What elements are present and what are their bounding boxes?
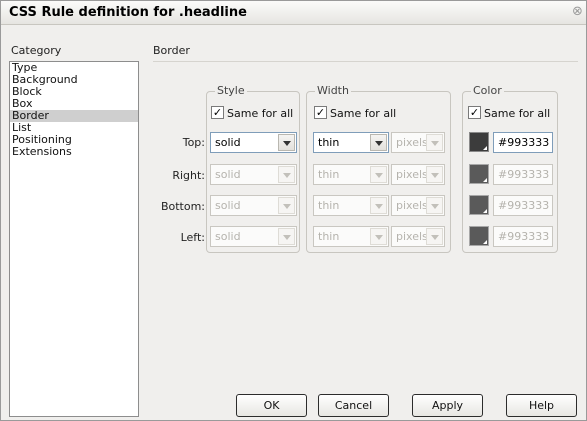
color-legend: Color: [471, 84, 504, 97]
style-legend: Style: [215, 84, 247, 97]
left-unit-value: pixels: [396, 230, 428, 243]
bottom-unit-value: pixels: [396, 199, 428, 212]
width-legend: Width: [315, 84, 351, 97]
category-list[interactable]: Type Background Block Box Border List Po…: [9, 61, 139, 417]
section-divider: [153, 61, 578, 62]
left-label: Left:: [180, 231, 205, 244]
top-color-swatch[interactable]: [469, 132, 489, 152]
right-color-input[interactable]: #993333: [493, 164, 553, 185]
ok-button[interactable]: OK: [236, 394, 307, 417]
help-button[interactable]: Help: [506, 394, 577, 417]
category-item-extensions[interactable]: Extensions: [10, 146, 138, 158]
bottom-style-select[interactable]: solid: [210, 195, 297, 216]
bottom-width-select[interactable]: thin: [313, 195, 389, 216]
top-color-input[interactable]: #993333: [493, 132, 553, 153]
chevron-down-icon[interactable]: [370, 197, 387, 214]
css-rule-dialog: CSS Rule definition for .headline ⊗ Cate…: [0, 0, 587, 421]
chevron-down-icon[interactable]: [370, 134, 387, 151]
bottom-label: Bottom:: [160, 200, 205, 213]
width-same-label: Same for all: [330, 107, 397, 120]
section-title: Border: [153, 44, 190, 57]
top-width-select[interactable]: thin: [313, 132, 389, 153]
left-color-input[interactable]: #993333: [493, 226, 553, 247]
color-same-checkbox[interactable]: ✓: [468, 106, 481, 119]
chevron-down-icon[interactable]: [370, 228, 387, 245]
top-width-value: thin: [318, 136, 340, 149]
bottom-style-value: solid: [215, 199, 241, 212]
right-style-select[interactable]: solid: [210, 164, 297, 185]
chevron-down-icon[interactable]: [370, 166, 387, 183]
cancel-button[interactable]: Cancel: [318, 394, 389, 417]
chevron-down-icon[interactable]: [426, 166, 443, 183]
right-unit-value: pixels: [396, 168, 428, 181]
right-color-swatch[interactable]: [469, 164, 489, 184]
color-same-label: Same for all: [484, 107, 551, 120]
style-same-checkbox[interactable]: ✓: [211, 106, 224, 119]
left-width-value: thin: [318, 230, 340, 243]
chevron-down-icon[interactable]: [426, 228, 443, 245]
bottom-unit-select[interactable]: pixels: [391, 195, 445, 216]
bottom-color-swatch[interactable]: [469, 195, 489, 215]
chevron-down-icon[interactable]: [278, 197, 295, 214]
top-unit-value: pixels: [396, 136, 428, 149]
top-style-value: solid: [215, 136, 241, 149]
right-unit-select[interactable]: pixels: [391, 164, 445, 185]
right-width-select[interactable]: thin: [313, 164, 389, 185]
left-color-swatch[interactable]: [469, 226, 489, 246]
category-label: Category: [11, 44, 62, 57]
apply-button[interactable]: Apply: [412, 394, 483, 417]
left-width-select[interactable]: thin: [313, 226, 389, 247]
close-icon[interactable]: ⊗: [572, 4, 586, 20]
chevron-down-icon[interactable]: [278, 134, 295, 151]
style-same-label: Same for all: [227, 107, 294, 120]
top-style-select[interactable]: solid: [210, 132, 297, 153]
right-width-value: thin: [318, 168, 340, 181]
dialog-title: CSS Rule definition for .headline: [9, 5, 247, 20]
width-same-checkbox[interactable]: ✓: [314, 106, 327, 119]
right-style-value: solid: [215, 168, 241, 181]
chevron-down-icon[interactable]: [278, 228, 295, 245]
right-label: Right:: [172, 169, 205, 182]
title-bar: CSS Rule definition for .headline ⊗: [1, 1, 586, 25]
bottom-color-input[interactable]: #993333: [493, 195, 553, 216]
left-style-select[interactable]: solid: [210, 226, 297, 247]
top-label: Top:: [182, 136, 205, 149]
bottom-width-value: thin: [318, 199, 340, 212]
chevron-down-icon[interactable]: [278, 166, 295, 183]
top-unit-select[interactable]: pixels: [391, 132, 445, 153]
left-unit-select[interactable]: pixels: [391, 226, 445, 247]
chevron-down-icon[interactable]: [426, 134, 443, 151]
chevron-down-icon[interactable]: [426, 197, 443, 214]
left-style-value: solid: [215, 230, 241, 243]
